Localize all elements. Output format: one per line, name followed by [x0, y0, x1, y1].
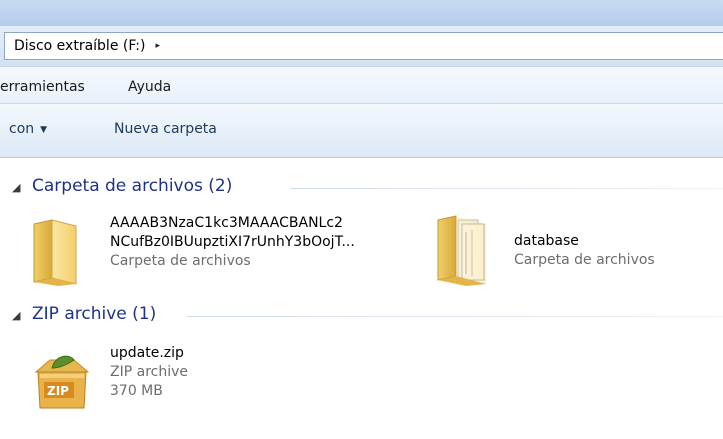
menu-herramientas[interactable]: erramientas	[0, 79, 85, 95]
item-type: ZIP archive	[110, 364, 188, 380]
item-name: database	[514, 233, 579, 249]
menu-ayuda[interactable]: Ayuda	[128, 79, 171, 95]
item-text: AAAAB3NzaC1kc3MAAACBANLc2 NCufBz0IBUupzt…	[110, 214, 355, 271]
list-item-update-zip[interactable]: ZIP update.zip ZIP archive 370 MB	[30, 344, 330, 424]
folder-with-documents-icon	[437, 215, 486, 286]
item-type: Carpeta de archivos	[514, 252, 655, 268]
breadcrumb-chevron-icon[interactable]: ▸	[156, 41, 161, 51]
item-name: update.zip	[110, 345, 184, 361]
command-bar: con ▼ Nueva carpeta	[0, 104, 723, 158]
menu-bar: erramientas Ayuda	[0, 66, 723, 104]
item-type: Carpeta de archivos	[110, 253, 251, 269]
organize-button[interactable]: con ▼	[9, 121, 47, 137]
collapse-triangle-icon[interactable]: ◢	[12, 181, 20, 194]
item-text: update.zip ZIP archive 370 MB	[110, 344, 188, 401]
chevron-down-icon: ▼	[40, 125, 48, 135]
group-header-zip[interactable]: ◢ ZIP archive (1)	[0, 302, 723, 330]
item-text: database Carpeta de archivos	[514, 232, 655, 270]
group-title: ZIP archive (1)	[32, 304, 157, 324]
organize-label: con	[9, 121, 35, 137]
item-name-line1: AAAAB3NzaC1kc3MAAACBANLc2	[110, 215, 343, 231]
item-size: 370 MB	[110, 383, 163, 399]
zip-archive-icon: ZIP	[34, 355, 90, 409]
collapse-triangle-icon[interactable]: ◢	[12, 309, 20, 322]
explorer-window: Disco extraíble (F:) ▸ erramientas Ayuda…	[0, 0, 723, 439]
group-title: Carpeta de archivos (2)	[32, 176, 233, 196]
group-header-folders[interactable]: ◢ Carpeta de archivos (2)	[0, 174, 723, 202]
file-list: ◢ Carpeta de archivos (2) AAAAB3NzaC1kc3…	[0, 158, 723, 439]
svg-text:ZIP: ZIP	[47, 384, 69, 398]
new-folder-button[interactable]: Nueva carpeta	[114, 121, 217, 137]
list-item-folder-aaaab3[interactable]: AAAAB3NzaC1kc3MAAACBANLc2 NCufBz0IBUupzt…	[30, 214, 420, 290]
folder-icon	[33, 219, 77, 286]
address-bar: Disco extraíble (F:) ▸	[0, 26, 723, 66]
breadcrumb-drive[interactable]: Disco extraíble (F:)	[14, 38, 146, 54]
address-field[interactable]: Disco extraíble (F:) ▸	[4, 32, 723, 60]
group-divider	[186, 316, 723, 317]
title-bar	[0, 0, 723, 26]
list-item-folder-database[interactable]: database Carpeta de archivos	[436, 214, 706, 290]
group-divider	[290, 188, 723, 189]
item-name-line2: NCufBz0IBUupztiXI7rUnhY3bOojT...	[110, 234, 355, 250]
